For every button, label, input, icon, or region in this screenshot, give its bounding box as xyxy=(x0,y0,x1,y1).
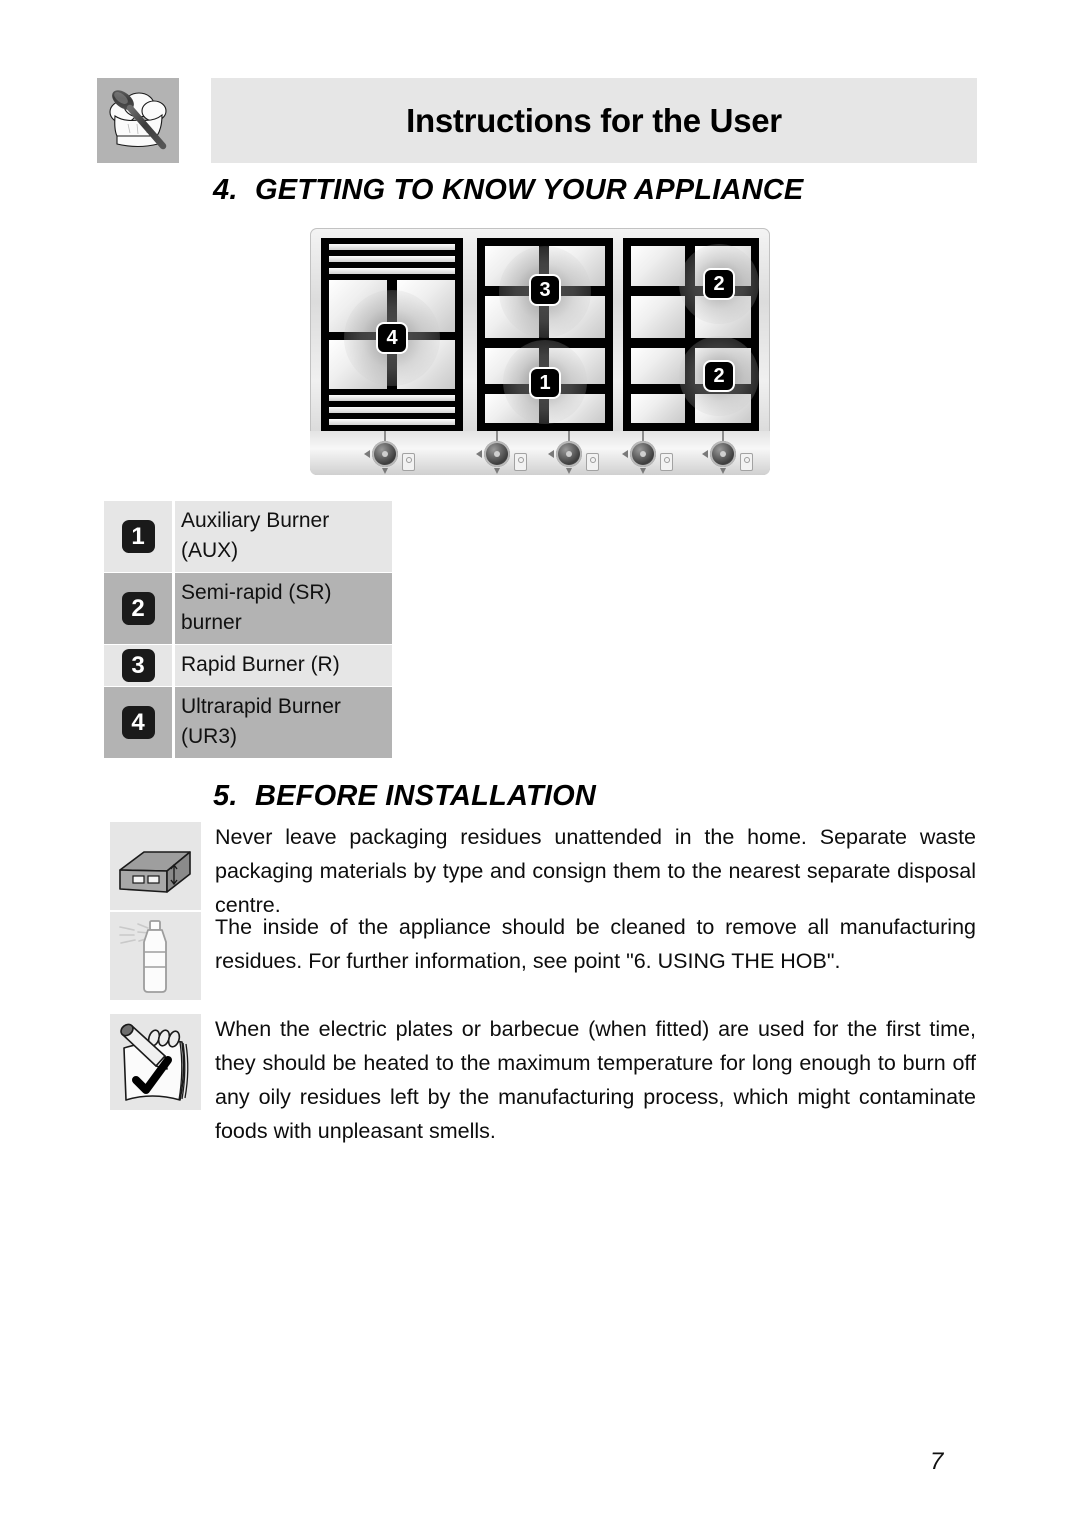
burner-marker-1: 1 xyxy=(531,369,559,397)
hob-diagram: 4 3 1 2 2 xyxy=(310,228,770,475)
table-row: 4 Ultrarapid Burner (UR3) xyxy=(104,687,392,758)
hob-grate-panel-right: 2 2 xyxy=(623,238,759,431)
cardboard-box-icon xyxy=(110,822,201,910)
instruction-text-packaging: Never leave packaging residues unattende… xyxy=(215,825,976,917)
knob-symbol-4 xyxy=(660,453,673,471)
control-knob-5[interactable] xyxy=(702,431,736,474)
legend-number-cell-2: 2 xyxy=(104,573,172,644)
control-knob-4[interactable] xyxy=(622,431,656,474)
section-heading-5: 5. BEFORE INSTALLATION xyxy=(213,780,596,813)
legend-number-cell-3: 3 xyxy=(104,645,172,686)
knob-symbol-1 xyxy=(402,453,415,471)
hob-grate-panel-left: 4 xyxy=(321,238,463,431)
legend-badge-1: 1 xyxy=(121,520,155,553)
burner-marker-3: 3 xyxy=(531,276,559,304)
chef-hat-spoon-icon xyxy=(97,78,179,163)
burner-marker-4: 4 xyxy=(378,324,406,352)
spray-bottle-icon xyxy=(110,912,201,1000)
legend-label-2: Semi-rapid (SR) burner xyxy=(175,573,392,644)
knob-symbol-2 xyxy=(514,453,527,471)
control-knob-2[interactable] xyxy=(476,431,510,474)
control-knob-3[interactable] xyxy=(548,431,582,474)
table-row: 1 Auxiliary Burner (AUX) xyxy=(104,501,392,572)
knob-symbol-5 xyxy=(740,453,753,471)
section-number-5: 5. xyxy=(213,780,238,812)
page-header: Instructions for the User xyxy=(97,78,977,163)
legend-badge-4: 4 xyxy=(121,706,155,739)
table-row: 3 Rapid Burner (R) xyxy=(104,645,392,686)
notepad-pencil-check-icon xyxy=(110,1014,201,1110)
burner-legend-table: 1 Auxiliary Burner (AUX) 2 Semi-rapid (S… xyxy=(104,501,392,759)
legend-number-cell-1: 1 xyxy=(104,501,172,572)
hob-control-panel xyxy=(310,431,770,475)
section-number-4: 4. xyxy=(213,174,238,206)
table-row: 2 Semi-rapid (SR) burner xyxy=(104,573,392,644)
burner-marker-2-bottom: 2 xyxy=(705,362,733,390)
legend-badge-3: 3 xyxy=(121,649,155,682)
knob-symbol-3 xyxy=(586,453,599,471)
control-knob-1[interactable] xyxy=(364,431,398,474)
section-title-4: GETTING TO KNOW YOUR APPLIANCE xyxy=(255,174,804,206)
instruction-text-cleaning: The inside of the appliance should be cl… xyxy=(215,915,976,973)
burner-marker-2-top: 2 xyxy=(705,270,733,298)
legend-label-1: Auxiliary Burner (AUX) xyxy=(175,501,392,572)
page-title: Instructions for the User xyxy=(406,101,782,139)
section-title-5: BEFORE INSTALLATION xyxy=(255,780,597,812)
legend-label-4: Ultrarapid Burner (UR3) xyxy=(175,687,392,758)
hob-grate-panel-middle: 3 1 xyxy=(477,238,613,431)
instruction-text-first-use: When the electric plates or barbecue (wh… xyxy=(215,1017,976,1143)
page-number: 7 xyxy=(930,1448,944,1475)
legend-label-3: Rapid Burner (R) xyxy=(175,645,392,686)
legend-number-cell-4: 4 xyxy=(104,687,172,758)
legend-badge-2: 2 xyxy=(121,592,155,625)
section-heading-4: 4. GETTING TO KNOW YOUR APPLIANCE xyxy=(213,174,803,207)
